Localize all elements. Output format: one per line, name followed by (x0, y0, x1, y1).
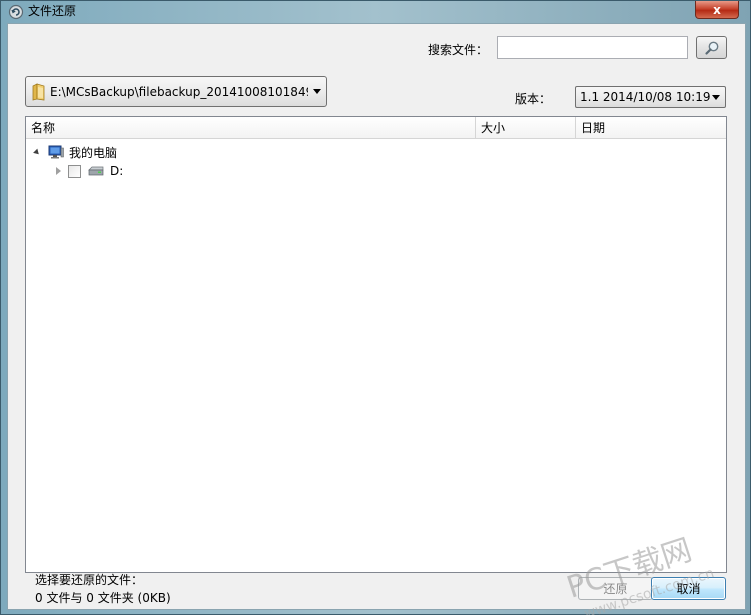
cancel-button-label: 取消 (676, 582, 701, 596)
tree-row-drive-d[interactable]: D: (56, 162, 123, 180)
expand-arrow-icon[interactable] (56, 167, 61, 175)
column-header-date[interactable]: 日期 (576, 117, 726, 139)
file-restore-window: 文件还原 x 搜索文件： E:\MCsBackup\filebackup_201… (0, 0, 751, 615)
cancel-button[interactable]: 取消 (651, 577, 726, 600)
version-dropdown[interactable]: 1.1 2014/10/08 10:19 (575, 86, 726, 108)
drive-icon (88, 166, 104, 176)
chevron-down-icon (313, 89, 321, 94)
backup-path-value: E:\MCsBackup\filebackup_20141008101849 (50, 84, 308, 99)
drive-d-checkbox[interactable] (68, 164, 81, 178)
search-input[interactable] (497, 36, 688, 59)
search-label: 搜索文件： (428, 43, 489, 57)
close-button[interactable]: x (695, 1, 739, 19)
selection-summary: 0 文件与 0 文件夹 (0KB) (35, 591, 171, 605)
restore-button[interactable]: 还原 (578, 577, 653, 600)
backup-path-dropdown[interactable]: E:\MCsBackup\filebackup_20141008101849 (25, 76, 327, 107)
chevron-down-icon (712, 95, 720, 100)
status-label: 选择要还原的文件： (35, 573, 144, 587)
computer-icon (48, 145, 64, 159)
folder-icon (32, 82, 45, 101)
tree-item-label: 我的电脑 (69, 145, 118, 160)
tree-header: 名称 大小 日期 (26, 117, 726, 139)
window-title: 文件还原 (28, 4, 77, 18)
app-icon (8, 4, 24, 20)
file-tree[interactable]: 名称 大小 日期 我的电脑 D: (25, 116, 727, 573)
version-value: 1.1 2014/10/08 10:19 (580, 90, 711, 104)
tree-item-label: D: (110, 164, 124, 178)
restore-button-label: 还原 (603, 582, 628, 596)
title-bar[interactable]: 文件还原 x (1, 1, 751, 23)
close-icon: x (713, 2, 721, 17)
tree-row-my-computer[interactable]: 我的电脑 (33, 143, 118, 161)
dialog-client-area: 搜索文件： E:\MCsBackup\filebackup_2014100810… (7, 23, 746, 610)
version-label: 版本： (515, 92, 552, 106)
search-icon (704, 41, 718, 55)
column-header-size[interactable]: 大小 (476, 117, 576, 139)
search-button[interactable] (696, 36, 727, 59)
collapse-arrow-icon[interactable] (33, 148, 41, 156)
column-header-name[interactable]: 名称 (26, 117, 476, 139)
